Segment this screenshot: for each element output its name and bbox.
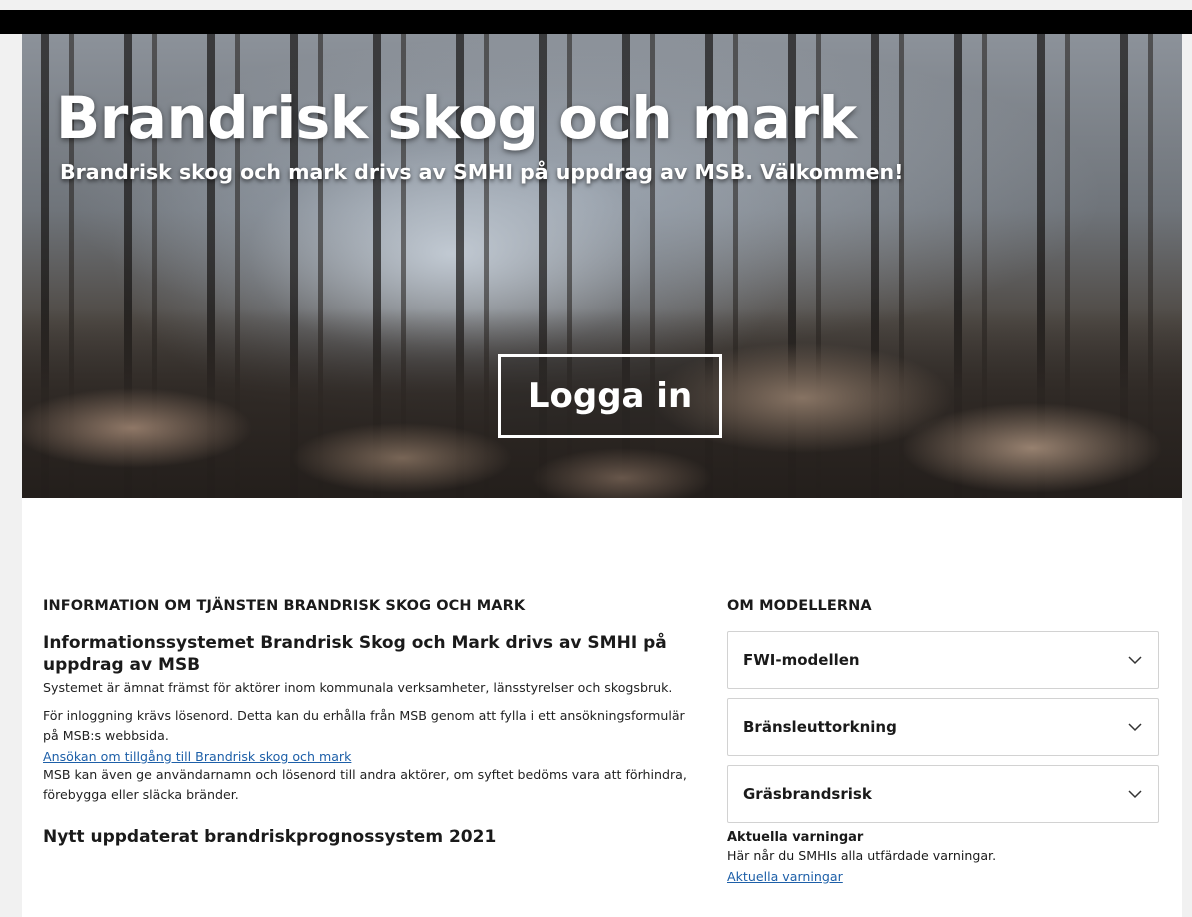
main-content: INFORMATION OM TJÄNSTEN BRANDRISK SKOG O… bbox=[22, 498, 1182, 917]
models-accordion: FWI-modellen Bränsleuttorkning Gräsbrand… bbox=[727, 631, 1159, 823]
warnings-link[interactable]: Aktuella varningar bbox=[727, 869, 843, 884]
info-heading: Informationssystemet Brandrisk Skog och … bbox=[43, 633, 667, 675]
accordion-item-grass-fire-risk[interactable]: Gräsbrandsrisk bbox=[727, 765, 1159, 823]
warnings-block: Aktuella varningar Här når du SMHIs alla… bbox=[727, 830, 1159, 885]
info-paragraph: Systemet är ämnat främst för aktörer ino… bbox=[43, 680, 673, 695]
accordion-item-label: Gräsbrandsrisk bbox=[743, 785, 872, 803]
chevron-down-icon bbox=[1128, 722, 1142, 731]
hero-title: Brandrisk skog och mark bbox=[56, 84, 857, 152]
top-bar bbox=[0, 10, 1192, 34]
hero-subtitle: Brandrisk skog och mark drivs av SMHI på… bbox=[60, 160, 904, 184]
accordion-item-label: FWI-modellen bbox=[743, 651, 860, 669]
info-paragraph: För inloggning krävs lösenord. Detta kan… bbox=[43, 708, 685, 743]
apply-access-link[interactable]: Ansökan om tillgång till Brandrisk skog … bbox=[43, 749, 351, 764]
info-section-heading: INFORMATION OM TJÄNSTEN BRANDRISK SKOG O… bbox=[43, 598, 526, 614]
warnings-title: Aktuella varningar bbox=[727, 830, 864, 845]
chevron-down-icon bbox=[1128, 789, 1142, 798]
new-system-heading: Nytt uppdaterat brandriskprognossystem 2… bbox=[43, 827, 497, 847]
info-paragraph: MSB kan även ge användarnamn och lösenor… bbox=[43, 767, 687, 802]
models-section-heading: OM MODELLERNA bbox=[727, 598, 872, 614]
warnings-text: Här når du SMHIs alla utfärdade varninga… bbox=[727, 848, 997, 863]
info-column: INFORMATION OM TJÄNSTEN BRANDRISK SKOG O… bbox=[43, 598, 693, 847]
accordion-item-label: Bränsleuttorkning bbox=[743, 718, 897, 736]
models-column: OM MODELLERNA FWI-modellen Bränsleuttork… bbox=[727, 598, 1159, 885]
accordion-item-fuel-drying[interactable]: Bränsleuttorkning bbox=[727, 698, 1159, 756]
accordion-item-fwi[interactable]: FWI-modellen bbox=[727, 631, 1159, 689]
hero-banner: Brandrisk skog och mark Brandrisk skog o… bbox=[22, 34, 1182, 498]
login-button[interactable]: Logga in bbox=[498, 354, 722, 438]
chevron-down-icon bbox=[1128, 655, 1142, 664]
